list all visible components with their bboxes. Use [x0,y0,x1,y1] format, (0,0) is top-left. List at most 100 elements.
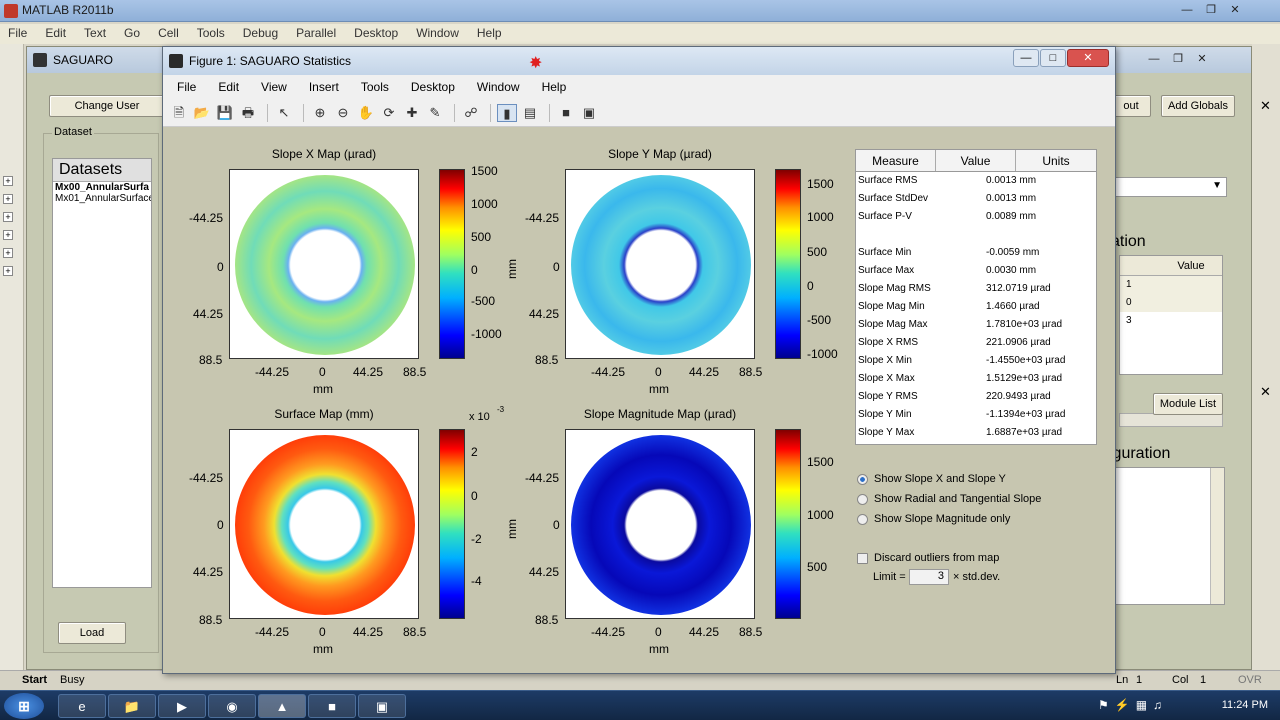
menu-file[interactable]: File [163,80,204,94]
slope-y-map[interactable] [565,169,755,359]
minimize-icon[interactable]: — [1013,49,1039,67]
menu-tools[interactable]: Tools [189,24,235,44]
table-row[interactable]: Surface RMS 0.0013 mm [856,172,1096,190]
tree-expand-icon[interactable]: + [3,266,13,276]
menu-window[interactable]: Window [463,80,528,94]
windows-start-icon[interactable]: ⊞ [4,693,44,719]
menu-tools[interactable]: Tools [347,80,397,94]
close-icon[interactable]: ✕ [1224,2,1246,18]
add-globals-button[interactable]: Add Globals [1161,95,1235,117]
table-row[interactable]: Surface Min -0.0059 mm [856,244,1096,262]
menu-insert[interactable]: Insert [295,80,347,94]
close-icon[interactable]: ✕ [1260,384,1271,400]
ie-icon[interactable]: e [58,694,106,718]
menu-help[interactable]: Help [528,80,575,94]
new-figure-icon[interactable]: 🗎 [169,104,189,122]
link-icon[interactable]: ☍ [461,104,481,122]
menu-desktop[interactable]: Desktop [346,24,408,44]
radio-slope-xy[interactable]: Show Slope X and Slope Y [857,473,1006,485]
configuration-box[interactable] [1107,467,1225,605]
menu-window[interactable]: Window [408,24,469,44]
menu-help[interactable]: Help [469,24,512,44]
restore-icon[interactable]: ❐ [1200,2,1222,18]
brush-icon[interactable]: ✎ [425,104,445,122]
module-list-button[interactable]: Module List [1153,393,1223,415]
menu-desktop[interactable]: Desktop [397,80,463,94]
close-icon[interactable]: ✕ [1191,51,1213,67]
firefox-icon[interactable]: ◉ [208,694,256,718]
table-row[interactable] [856,226,1096,244]
radio-icon[interactable] [857,493,868,505]
start-label[interactable]: Start [22,674,47,686]
hide-tools-icon[interactable]: ■ [556,104,576,122]
save-icon[interactable]: 💾 [215,104,235,122]
table-row[interactable]: Surface Max 0.0030 mm [856,262,1096,280]
tree-expand-icon[interactable]: + [3,212,13,222]
discard-outliers-checkbox[interactable]: Discard outliers from map [857,552,999,564]
table-row[interactable]: Slope Y RMS 220.9493 µrad [856,388,1096,406]
menu-edit[interactable]: Edit [37,24,76,44]
radio-selected-icon[interactable] [857,473,868,485]
table-row[interactable]: Slope Y Max 1.6887e+03 µrad [856,424,1096,442]
zoom-out-icon[interactable]: ⊖ [333,104,353,122]
minimize-icon[interactable]: — [1176,2,1198,18]
data-cursor-icon[interactable]: ✚ [402,104,422,122]
app-taskbar-icon[interactable]: ▣ [358,694,406,718]
change-user-button[interactable]: Change User [49,95,165,117]
maximize-icon[interactable]: □ [1040,49,1066,67]
module-select[interactable]: ▼ [1107,177,1227,197]
table-row[interactable]: Slope X Min -1.4550e+03 µrad [856,352,1096,370]
media-player-icon[interactable]: ▶ [158,694,206,718]
vertical-scrollbar[interactable] [1210,468,1224,604]
list-item[interactable]: Mx01_AnnularSurface [53,193,151,204]
list-item[interactable]: Mx00_AnnularSurfa [53,182,151,193]
radio-icon[interactable] [857,513,868,525]
table-row[interactable]: 1 [1120,276,1222,294]
colorbar-icon[interactable]: ▮ [497,103,517,122]
restore-icon[interactable]: ❐ [1167,51,1189,67]
tree-expand-icon[interactable]: + [3,194,13,204]
rotate-icon[interactable]: ⟳ [379,104,399,122]
tree-expand-icon[interactable]: + [3,248,13,258]
system-tray-icons[interactable]: ⚑⚡▦♫ [1098,698,1168,712]
radio-slope-magnitude[interactable]: Show Slope Magnitude only [857,513,1010,525]
minimize-icon[interactable]: — [1143,51,1165,67]
limit-input[interactable]: 3 [909,569,949,585]
pointer-icon[interactable]: ↖ [274,104,294,122]
datasets-list[interactable]: Datasets Mx00_AnnularSurfa Mx01_AnnularS… [52,158,152,588]
menu-file[interactable]: File [0,24,37,44]
slope-x-map[interactable] [229,169,419,359]
surface-map[interactable] [229,429,419,619]
table-row[interactable]: Slope X RMS 221.0906 µrad [856,334,1096,352]
app-taskbar-icon[interactable]: ■ [308,694,356,718]
menu-cell[interactable]: Cell [150,24,189,44]
header-units[interactable]: Units [1016,150,1096,171]
matlab-taskbar-icon[interactable]: ▲ [258,694,306,718]
table-row[interactable]: Slope Mag Max 1.7810e+03 µrad [856,316,1096,334]
table-row[interactable]: Surface P-V 0.0089 mm [856,208,1096,226]
zoom-in-icon[interactable]: ⊕ [310,104,330,122]
radio-radial-tangential[interactable]: Show Radial and Tangential Slope [857,493,1041,505]
pan-icon[interactable]: ✋ [356,104,376,122]
logout-button[interactable]: out [1111,95,1151,117]
horizontal-scrollbar[interactable] [1119,413,1223,427]
header-value[interactable]: Value [936,150,1016,171]
folder-icon[interactable]: 📁 [108,694,156,718]
tree-expand-icon[interactable]: + [3,176,13,186]
tree-expand-icon[interactable]: + [3,230,13,240]
close-icon[interactable]: ✕ [1260,98,1271,114]
slope-magnitude-map[interactable] [565,429,755,619]
menu-go[interactable]: Go [116,24,150,44]
open-icon[interactable]: 📂 [192,104,212,122]
table-row[interactable]: 0 [1120,294,1222,312]
table-row[interactable]: Surface StdDev 0.0013 mm [856,190,1096,208]
menu-text[interactable]: Text [76,24,116,44]
table-row[interactable]: 3 [1120,312,1222,330]
dock-icon[interactable]: ▣ [579,104,599,122]
menu-edit[interactable]: Edit [204,80,247,94]
menu-view[interactable]: View [247,80,295,94]
load-button[interactable]: Load [58,622,126,644]
legend-icon[interactable]: ▤ [520,104,540,122]
table-row[interactable]: Slope Y Min -1.1394e+03 µrad [856,406,1096,424]
checkbox-icon[interactable] [857,552,868,564]
